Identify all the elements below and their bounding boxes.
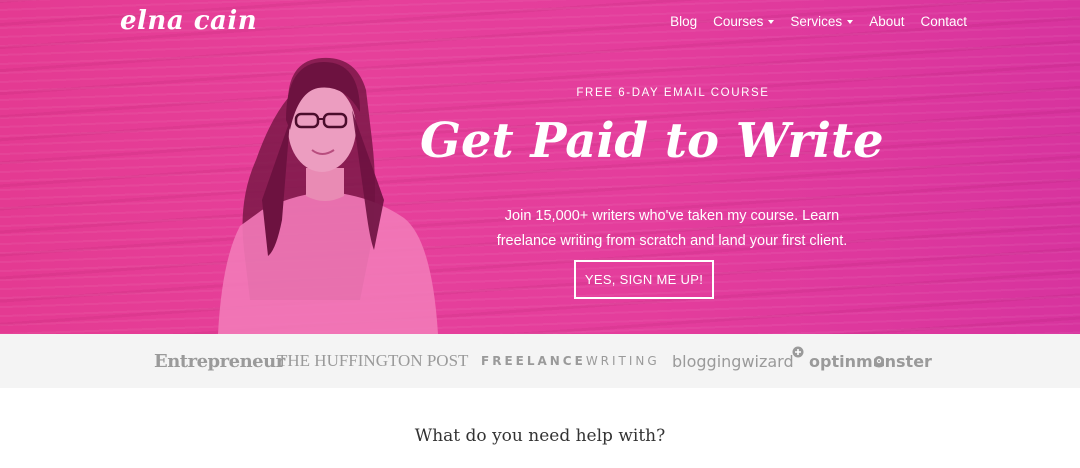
signup-button[interactable]: YES, SIGN ME UP! bbox=[574, 260, 714, 299]
optin-logo-part-b: nster bbox=[884, 351, 932, 371]
optinmonster-logo: optinm nster bbox=[809, 334, 932, 388]
nav-blog[interactable]: Blog bbox=[670, 14, 697, 29]
optin-logo-part-a: optinm bbox=[809, 351, 873, 371]
freelance-logo-part-b: WRITING bbox=[585, 354, 660, 368]
nav-about[interactable]: About bbox=[869, 14, 904, 29]
blogging-wizard-logo: bloggingwizard bbox=[672, 334, 804, 388]
press-logos-bar: Entrepreneur THE HUFFINGTON POST FREELAN… bbox=[0, 334, 1080, 388]
hero-subtext-line-2: freelance writing from scratch and land … bbox=[496, 233, 848, 249]
nav-services-label: Services bbox=[790, 14, 843, 29]
hero-banner: elna cain Blog Courses Services About Co… bbox=[0, 0, 1080, 334]
caret-down-icon bbox=[768, 19, 775, 24]
hero-headline: Get Paid to Write bbox=[420, 113, 884, 169]
hero-eyebrow: FREE 6-DAY EMAIL COURSE bbox=[576, 87, 770, 99]
nav-services[interactable]: Services bbox=[790, 14, 854, 29]
nav-contact[interactable]: Contact bbox=[920, 14, 967, 29]
blogging-wizard-text: bloggingwizard bbox=[672, 351, 794, 371]
huffington-post-logo: THE HUFFINGTON POST bbox=[277, 351, 469, 370]
site-logo[interactable]: elna cain bbox=[120, 6, 257, 36]
monster-icon bbox=[873, 356, 884, 368]
freelance-writing-logo: FREELANCE WRITING bbox=[481, 334, 660, 388]
hero-subtext-line-1: Join 15,000+ writers who've taken my cou… bbox=[504, 208, 840, 224]
entrepreneur-logo: Entrepreneur bbox=[154, 350, 285, 372]
nav-about-label: About bbox=[869, 14, 905, 29]
nav-courses-label: Courses bbox=[713, 14, 764, 29]
plus-badge-icon bbox=[792, 346, 804, 358]
main-nav: Blog Courses Services About Contact bbox=[654, 14, 967, 29]
hero-subtext: Join 15,000+ writers who've taken my cou… bbox=[452, 204, 892, 254]
freelance-logo-part-a: FREELANCE bbox=[481, 354, 586, 368]
nav-courses[interactable]: Courses bbox=[713, 14, 775, 29]
caret-down-icon bbox=[847, 19, 854, 24]
nav-blog-label: Blog bbox=[670, 14, 698, 29]
nav-contact-label: Contact bbox=[920, 14, 967, 29]
section-title: What do you need help with? bbox=[414, 426, 666, 446]
